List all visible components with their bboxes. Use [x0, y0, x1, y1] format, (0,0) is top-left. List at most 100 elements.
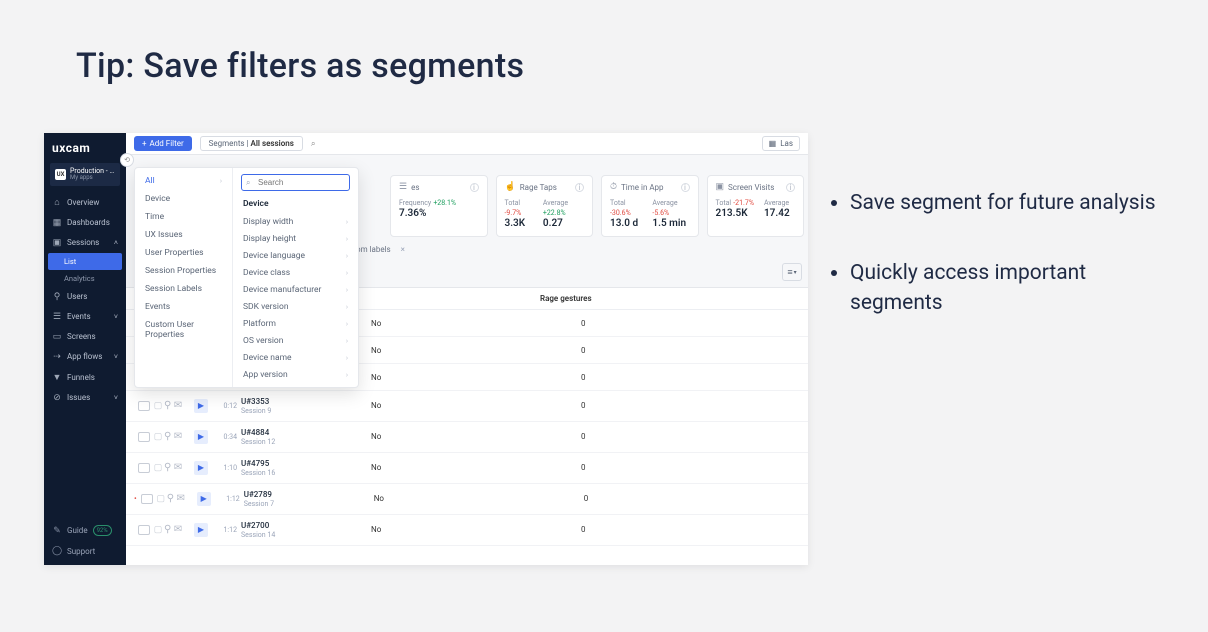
- session-label: Session 9: [241, 407, 371, 415]
- filter-search-input[interactable]: [241, 174, 350, 191]
- play-button[interactable]: ▶: [194, 399, 208, 413]
- sidebar-item-screens[interactable]: ▭Screens: [44, 327, 126, 347]
- row-checkbox[interactable]: [138, 401, 150, 411]
- guide-label: Guide: [67, 526, 88, 535]
- user-id[interactable]: U#3353: [241, 397, 371, 407]
- filter-category-label: Events: [145, 302, 170, 312]
- segments-selector[interactable]: Segments | All sessions: [200, 136, 303, 151]
- filter-category-session-labels[interactable]: Session Labels: [135, 280, 232, 298]
- filter-category-ux-issues[interactable]: UX Issues: [135, 226, 232, 244]
- stat-card-rage-taps[interactable]: ☝Rage TapsiTotal -9.7%3.3KAverage +22.8%…: [496, 175, 594, 237]
- filter-option-device-name[interactable]: Device name›: [233, 349, 358, 366]
- row-checkbox[interactable]: [138, 432, 150, 442]
- stat-delta: +22.8%: [543, 209, 566, 217]
- filter-category-device[interactable]: Device: [135, 190, 232, 208]
- info-icon[interactable]: i: [681, 183, 690, 192]
- workspace-switcher[interactable]: UX Production - … My apps: [50, 163, 120, 186]
- play-button[interactable]: ▶: [194, 461, 208, 475]
- filter-option-label: Device class: [243, 268, 290, 278]
- filter-category-events[interactable]: Events: [135, 298, 232, 316]
- user-id[interactable]: U#4884: [241, 428, 371, 438]
- filter-option-os-version[interactable]: OS version›: [233, 332, 358, 349]
- table-row[interactable]: • ▢ ⚲ ✉ ▶ 1:12 U#2789 Session 7 No 0: [126, 484, 808, 515]
- filter-option-device-class[interactable]: Device class ›: [233, 264, 358, 281]
- filter-category-user-properties[interactable]: User Properties: [135, 244, 232, 262]
- sidebar-support[interactable]: ◯ Support: [44, 541, 126, 561]
- stat-card-screen-visits[interactable]: ▣Screen VisitsiTotal -21.7%213.5KAverage…: [707, 175, 805, 237]
- sidebar-subitem-list[interactable]: List: [48, 253, 122, 270]
- filter-category-session-properties[interactable]: Session Properties: [135, 262, 232, 280]
- plus-icon: +: [142, 139, 147, 148]
- date-picker[interactable]: ▦ Las: [762, 136, 800, 151]
- filter-option-device-manufacturer[interactable]: Device manufacturer›: [233, 281, 358, 298]
- row-checkbox[interactable]: [141, 494, 153, 504]
- chevron-right-icon: ›: [220, 177, 222, 185]
- stat-value: 7.36%: [399, 208, 456, 220]
- col-crashes[interactable]: Crashes: [330, 294, 540, 303]
- nav-icon: ⚲: [52, 292, 62, 302]
- table-row[interactable]: ▢ ⚲ ✉ ▶ 0:12 U#3353 Session 9 No 0: [126, 391, 808, 422]
- bookmark-icon[interactable]: ▢: [152, 463, 164, 473]
- nav-icon: ☰: [52, 312, 62, 322]
- table-row[interactable]: ▢ ⚲ ✉ ▶ 1:10 U#4795 Session 16 No 0: [126, 453, 808, 484]
- play-button[interactable]: ▶: [194, 430, 208, 444]
- sidebar-item-events[interactable]: ☰Events˅: [44, 307, 126, 327]
- info-icon[interactable]: i: [470, 183, 479, 192]
- info-icon[interactable]: i: [786, 183, 795, 192]
- chevron-icon: ˅: [114, 394, 118, 402]
- segments-value: All sessions: [250, 139, 293, 148]
- filter-category-time[interactable]: Time: [135, 208, 232, 226]
- table-row[interactable]: ▢ ⚲ ✉ ▶ 1:12 U#2700 Session 14 No 0: [126, 515, 808, 546]
- chip-close-icon[interactable]: ×: [401, 245, 405, 254]
- stat-card-es[interactable]: ☰esiFrequency +28.1%7.36%: [390, 175, 488, 237]
- workspace-badge: UX: [55, 169, 66, 180]
- collapse-toggle[interactable]: ⟲: [120, 153, 134, 167]
- user-id[interactable]: U#2789: [244, 490, 374, 500]
- sidebar-item-sessions[interactable]: ▣Sessions˄: [44, 233, 126, 253]
- app-screenshot: uxcam UX Production - … My apps ⌂Overvie…: [44, 133, 808, 565]
- chevron-right-icon: ›: [346, 269, 348, 277]
- chevron-icon: ˄: [114, 239, 118, 247]
- table-row[interactable]: ▢ ⚲ ✉ ▶ 0:34 U#4884 Session 12 No 0: [126, 422, 808, 453]
- row-checkbox[interactable]: [138, 525, 150, 535]
- search-icon[interactable]: ⌕: [311, 139, 316, 149]
- filter-option-sdk-version[interactable]: SDK version›: [233, 298, 358, 315]
- session-label: Session 14: [241, 531, 371, 539]
- bookmark-icon[interactable]: ▢: [152, 432, 164, 442]
- user-id[interactable]: U#4795: [241, 459, 371, 469]
- play-button[interactable]: ▶: [194, 523, 208, 537]
- info-icon[interactable]: i: [575, 183, 584, 192]
- sidebar-subitem-analytics[interactable]: Analytics: [44, 270, 126, 287]
- sidebar-item-users[interactable]: ⚲Users: [44, 287, 126, 307]
- filter-category-all[interactable]: All ›: [135, 172, 232, 190]
- bookmark-icon[interactable]: ▢: [152, 401, 164, 411]
- sidebar-item-overview[interactable]: ⌂Overview: [44, 192, 126, 213]
- view-toggle-button[interactable]: ≡ ▾: [782, 263, 802, 281]
- user-id[interactable]: U#2700: [241, 521, 371, 531]
- stat-delta: +28.1%: [433, 199, 456, 207]
- sidebar-item-issues[interactable]: ⊘Issues˅: [44, 388, 126, 408]
- filter-option-device-language[interactable]: Device language›: [233, 247, 358, 264]
- sidebar-item-dashboards[interactable]: ▦Dashboards: [44, 213, 126, 233]
- row-checkbox[interactable]: [138, 463, 150, 473]
- sidebar-item-funnels[interactable]: ▼Funnels: [44, 367, 126, 388]
- stat-card-time-in-app[interactable]: ⏱Time in AppiTotal -30.6%13.0 dAverage -…: [601, 175, 699, 237]
- col-rage[interactable]: Rage gestures: [540, 294, 800, 303]
- play-button[interactable]: ▶: [197, 492, 211, 506]
- stat-icon: ▣: [716, 182, 725, 192]
- crash-value: No: [374, 494, 584, 503]
- filter-chip[interactable]: om labels ×: [356, 245, 405, 254]
- filter-option-platform[interactable]: Platform›: [233, 315, 358, 332]
- filter-category-custom-user-properties[interactable]: Custom User Properties: [135, 316, 232, 344]
- bookmark-icon[interactable]: ▢: [155, 494, 167, 504]
- filter-option-app-version[interactable]: App version›: [233, 366, 358, 383]
- crash-value: No: [371, 346, 581, 355]
- bullet-1: Save segment for future analysis: [850, 188, 1180, 218]
- filter-option-display-width[interactable]: Display width›: [233, 213, 358, 230]
- bookmark-icon[interactable]: ▢: [152, 525, 164, 535]
- filter-option-display-height[interactable]: Display height›: [233, 230, 358, 247]
- add-filter-button[interactable]: + Add Filter: [134, 136, 192, 151]
- sidebar-item-app-flows[interactable]: ⇢App flows˅: [44, 347, 126, 367]
- sidebar-guide[interactable]: ✎ Guide 92%: [44, 520, 126, 541]
- stat-delta: -5.6%: [652, 209, 669, 217]
